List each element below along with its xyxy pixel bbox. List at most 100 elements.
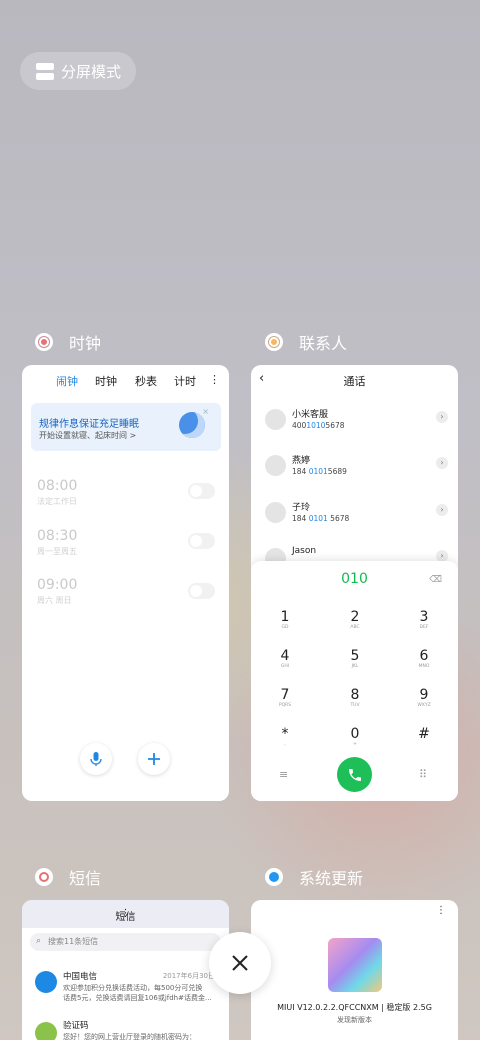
call-button[interactable]	[337, 757, 372, 792]
new-version-label: 发现新版本	[337, 1016, 372, 1024]
sms-header: 短信 ⋮	[22, 900, 229, 928]
dial-pad: 010 ⌫ 1 GD 2 ABC 3 DEF 4 GHI 5 JKL 6 MNO 7 PQRS 8 TUV 9 W…	[251, 561, 458, 801]
page-title: 通话	[343, 375, 366, 388]
clock-app-title: 时钟	[69, 334, 102, 353]
dial-key-letters: WXYZ	[417, 703, 431, 708]
dial-key[interactable]: 5 JKL	[335, 648, 375, 670]
dial-key[interactable]: 1 GD	[265, 609, 305, 631]
dial-key-letters: ,	[284, 742, 286, 747]
alarm-toggle[interactable]	[188, 533, 215, 549]
alarm-item[interactable]: 09:00 周六 周日	[37, 577, 77, 606]
dial-key-letters: JKL	[351, 664, 359, 669]
clock-app-header: 时钟	[35, 330, 101, 354]
message-preview: 话费5元，兑换话费请回复106或jfdh#话费金...	[63, 994, 212, 1002]
contacts-app-header: 联系人	[265, 330, 347, 354]
dial-key-digit: 0	[350, 726, 360, 742]
contact-row[interactable]: 燕婷 184 01015689 ›	[265, 451, 448, 483]
sms-app-icon	[35, 868, 53, 886]
contacts-app-card[interactable]: ‹ 通话 小米客服 40010105678 › 燕婷 184 01015689 …	[251, 365, 458, 801]
search-icon: ⌕	[36, 936, 42, 946]
sleep-banner[interactable]: 规律作息保证充足睡眠 开始设置就寝、起床时间 > ×	[31, 403, 221, 451]
update-app-icon	[265, 868, 283, 886]
sms-app-title: 短信	[69, 869, 102, 888]
alarm-label: 周六 周日	[37, 596, 72, 605]
dial-key[interactable]: 2 ABC	[335, 609, 375, 631]
alarm-label: 法定工作日	[37, 497, 77, 506]
contact-number: 184 0101 5678	[292, 514, 350, 523]
clock-app-card[interactable]: 闹钟 时钟 秒表 计时 ⋮ 规律作息保证充足睡眠 开始设置就寝、起床时间 > ×…	[22, 365, 229, 801]
dial-key[interactable]: 3 DEF	[404, 609, 444, 631]
contact-number: 184 01015689	[292, 467, 347, 476]
more-icon[interactable]: ⋮	[209, 373, 220, 386]
split-screen-button[interactable]: 分屏模式	[20, 52, 136, 90]
menu-icon[interactable]: ≡	[279, 768, 288, 781]
dial-key[interactable]: 4 GHI	[265, 648, 305, 670]
tab-timer[interactable]: 计时	[174, 373, 196, 389]
update-app-header: 系统更新	[265, 865, 363, 889]
dial-key-digit: 9	[419, 687, 429, 703]
contact-row[interactable]: 小米客服 40010105678 ›	[265, 405, 448, 437]
dial-key-digit: 7	[280, 687, 290, 703]
dial-key[interactable]: 7 PQRS	[265, 687, 305, 709]
dial-key-digit: 4	[280, 648, 290, 664]
tab-alarm[interactable]: 闹钟	[56, 373, 78, 389]
clock-tabs: 闹钟 时钟 秒表 计时 ⋮	[22, 373, 229, 389]
more-icon[interactable]: ⋮	[22, 908, 229, 919]
dial-key-letters: +	[353, 742, 357, 747]
alarm-toggle[interactable]	[188, 583, 215, 599]
add-alarm-button[interactable]	[138, 743, 170, 775]
contact-name: 小米客服	[292, 410, 329, 420]
version-text: MIUI V12.0.2.2.QFCCNXM | 稳定版 2.5G	[277, 1003, 432, 1012]
update-app-title: 系统更新	[299, 869, 364, 888]
miui-logo	[328, 938, 382, 992]
plus-icon	[148, 753, 160, 765]
microphone-icon	[90, 752, 102, 766]
alarm-time: 08:30	[37, 528, 78, 544]
keypad-icon[interactable]: ⠿	[419, 768, 427, 781]
chevron-right-icon[interactable]: ›	[436, 504, 448, 516]
message-preview: 您好！您的网上营业厅登录的随机密码为：	[63, 1033, 196, 1040]
avatar	[265, 409, 286, 430]
dial-key-letters: ABC	[350, 625, 360, 630]
sms-app-card[interactable]: 短信 ⋮ 搜索11条短信 ⌕ 中国电信 2017年6月30日 欢迎参加积分兑换话…	[22, 900, 229, 1040]
tab-stopwatch[interactable]: 秒表	[135, 373, 157, 389]
clock-app-icon	[35, 333, 53, 351]
chevron-right-icon[interactable]: ›	[436, 457, 448, 469]
more-icon[interactable]: ⋮	[436, 905, 446, 916]
tab-clock[interactable]: 时钟	[95, 373, 117, 389]
chevron-right-icon[interactable]: ›	[436, 411, 448, 423]
backspace-icon[interactable]: ⌫	[429, 575, 442, 585]
split-screen-icon	[36, 62, 54, 80]
avatar	[265, 502, 286, 523]
clear-all-button[interactable]	[209, 932, 271, 994]
contact-name: 子玲	[292, 503, 311, 513]
close-icon[interactable]: ×	[202, 407, 209, 416]
dial-key-digit: 6	[419, 648, 429, 664]
alarm-toggle[interactable]	[188, 483, 215, 499]
contact-name: 燕婷	[292, 456, 311, 466]
update-app-card[interactable]: ⋮ MIUI V12.0.2.2.QFCCNXM | 稳定版 2.5G 发现新版…	[251, 900, 458, 1040]
contact-number: 40010105678	[292, 421, 345, 430]
contacts-app-title: 联系人	[299, 334, 348, 353]
dial-key-digit: *	[281, 726, 289, 742]
dial-key[interactable]: 8 TUV	[335, 687, 375, 709]
dial-key[interactable]: 6 MNO	[404, 648, 444, 670]
dial-key-letters: GD	[281, 625, 289, 630]
dialed-number: 010	[341, 571, 368, 587]
dial-key-letters: PQRS	[278, 703, 292, 708]
alarm-item[interactable]: 08:00 法定工作日	[37, 478, 77, 507]
avatar	[35, 971, 57, 993]
sender-name: 验证码	[63, 1021, 89, 1031]
alarm-item[interactable]: 08:30 周一至周五	[37, 528, 77, 557]
close-icon	[232, 955, 248, 971]
dial-key[interactable]: 0 +	[335, 726, 375, 748]
dial-key[interactable]: 9 WXYZ	[404, 687, 444, 709]
contact-row[interactable]: 子玲 184 0101 5678 ›	[265, 498, 448, 530]
phone-icon	[348, 768, 361, 781]
dial-key[interactable]: *,	[265, 726, 305, 748]
voice-alarm-button[interactable]	[80, 743, 112, 775]
search-input[interactable]: 搜索11条短信	[30, 933, 221, 951]
dial-key[interactable]: #	[404, 726, 444, 742]
dial-key-digit: 1	[280, 609, 290, 625]
sms-app-header: 短信	[35, 865, 101, 889]
